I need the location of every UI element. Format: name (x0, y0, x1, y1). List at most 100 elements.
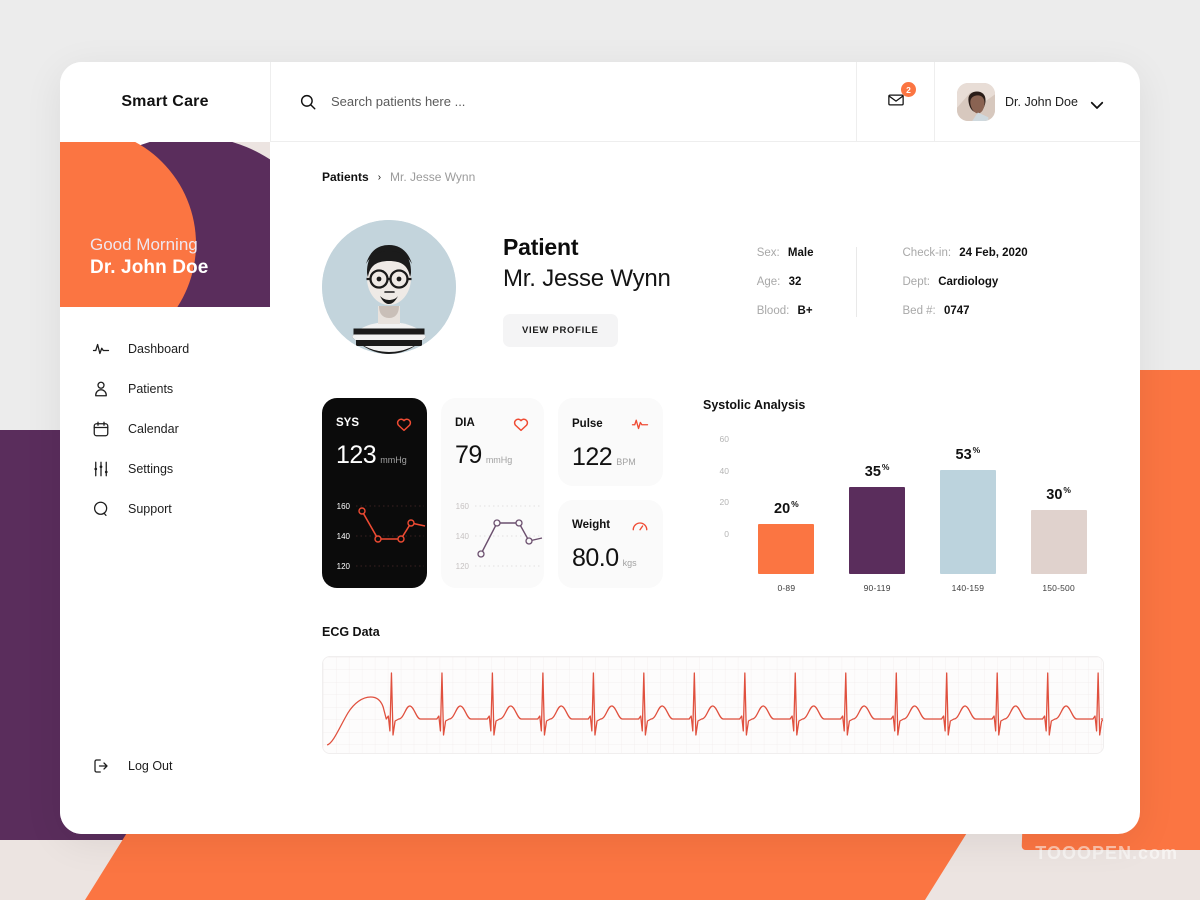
watermark: TOOOPEN.com (1035, 843, 1178, 863)
search-icon (299, 93, 317, 111)
bar-value: 30 (1046, 487, 1063, 503)
x-tick: 90-119 (863, 583, 891, 593)
metrics-row: SYS 123 mmHg 160 140 120 DIA 79 mmHg 160… (322, 398, 1104, 593)
bar-value-suffix: % (972, 445, 981, 456)
bar-value-suffix: % (881, 462, 890, 473)
patient-details-left: Sex: Male Age: 32 Blood: B+ (757, 247, 814, 317)
systolic-analysis-chart: Systolic Analysis 60 40 20 0 20% 35% 53%… (703, 398, 1104, 593)
sidebar: Smart Care Good Morning Dr. John Doe Das… (60, 62, 270, 834)
activity-icon (92, 340, 110, 358)
detail-key: Check-in: (902, 247, 952, 259)
vital-value: 79 (455, 441, 482, 469)
greeting-text: Good Morning (90, 234, 198, 254)
logout-icon (92, 757, 110, 775)
sidebar-item-label: Support (128, 502, 172, 516)
detail-row-sex: Sex: Male (757, 247, 814, 259)
breadcrumb-parent[interactable]: Patients (322, 170, 369, 184)
sidebar-item-label: Dashboard (128, 342, 190, 356)
bar-value: 53 (955, 447, 972, 463)
chevron-down-icon (1088, 96, 1106, 109)
sidebar-item-support[interactable]: Support (60, 489, 270, 529)
message-count-badge: 2 (901, 82, 916, 97)
sidebar-item-label: Patients (128, 382, 174, 396)
sidebar-item-label: Calendar (128, 422, 179, 436)
messages-button[interactable]: 2 (856, 62, 934, 141)
svg-text:120: 120 (337, 562, 351, 571)
detail-key: Bed #: (902, 305, 936, 317)
detail-value: B+ (797, 305, 813, 317)
x-tick: 0-89 (777, 583, 796, 593)
bar-rect (1030, 510, 1087, 574)
bar-rect (849, 487, 906, 574)
logout-button[interactable]: Log Out (60, 746, 270, 786)
ecg-section: ECG Data (322, 625, 1104, 754)
vital-value: 80.0 (572, 544, 619, 572)
detail-row-checkin: Check-in: 24 Feb, 2020 (903, 247, 1028, 259)
detail-key: Dept: (902, 276, 931, 288)
bar-value: 20 (774, 501, 791, 517)
search-bar[interactable] (270, 62, 856, 141)
user-icon (92, 380, 110, 398)
vital-title: DIA (455, 416, 475, 429)
vital-card-sys[interactable]: SYS 123 mmHg 160 140 120 (322, 398, 427, 588)
bar-chart-bars: 20% 35% 53% 30% (729, 434, 1104, 574)
greeting-banner: Good Morning Dr. John Doe (60, 142, 270, 307)
vital-card-weight[interactable]: Weight 80.0 kgs (558, 500, 663, 588)
avatar (957, 82, 995, 121)
detail-value: 24 Feb, 2020 (959, 247, 1028, 259)
ecg-chart[interactable] (322, 656, 1104, 754)
heart-icon (395, 415, 413, 432)
vital-card-pulse[interactable]: Pulse 122 BPM (558, 398, 663, 486)
detail-key: Blood: (756, 305, 790, 317)
bar-item[interactable]: 35% (849, 434, 906, 574)
app-window: Smart Care Good Morning Dr. John Doe Das… (60, 62, 1140, 834)
detail-value: Male (787, 247, 814, 259)
sidebar-item-settings[interactable]: Settings (60, 449, 270, 489)
bar-item[interactable]: 30% (1030, 434, 1087, 574)
vital-card-dia[interactable]: DIA 79 mmHg 160 140 120 (441, 398, 544, 588)
sidebar-logout-section: Log Out (60, 746, 270, 786)
y-tick: 40 (719, 465, 729, 476)
svg-text:140: 140 (337, 532, 351, 541)
svg-text:120: 120 (456, 562, 470, 571)
detail-row-bed: Bed #: 0747 (903, 305, 1028, 317)
x-tick: 140-159 (951, 583, 985, 593)
chart-title: Systolic Analysis (703, 398, 806, 412)
detail-value: Cardiology (938, 276, 999, 288)
sidebar-item-calendar[interactable]: Calendar (60, 409, 270, 449)
svg-text:160: 160 (456, 502, 470, 511)
patient-avatar (322, 220, 456, 354)
bar-value: 35 (864, 464, 881, 480)
detail-value: 0747 (943, 305, 970, 317)
bar-item[interactable]: 53% (939, 434, 996, 574)
sidebar-item-patients[interactable]: Patients (60, 369, 270, 409)
detail-value: 32 (788, 276, 802, 288)
breadcrumb: Patients › Mr. Jesse Wynn (322, 170, 1104, 184)
ecg-waveform (323, 657, 1103, 753)
logout-label: Log Out (128, 759, 173, 773)
sidebar-item-dashboard[interactable]: Dashboard (60, 329, 270, 369)
detail-row-dept: Dept: Cardiology (903, 276, 1028, 288)
patient-kicker: Patient (503, 234, 579, 260)
vital-cards: SYS 123 mmHg 160 140 120 DIA 79 mmHg 160… (322, 398, 663, 593)
sidebar-nav: Dashboard Patients Calendar Settings Sup… (60, 329, 270, 529)
view-profile-button[interactable]: VIEW PROFILE (503, 314, 618, 347)
patient-identity: Patient Mr. Jesse Wynn VIEW PROFILE (503, 220, 671, 347)
ecg-title: ECG Data (322, 625, 380, 639)
detail-key: Sex: (756, 247, 780, 259)
bar-value-label: 53% (956, 445, 981, 463)
x-tick: 150-500 (1042, 583, 1075, 593)
bar-value-label: 20% (774, 499, 799, 517)
detail-key: Age: (756, 276, 781, 288)
bar-item[interactable]: 20% (758, 434, 815, 574)
search-input[interactable] (331, 94, 833, 109)
heart-icon (512, 415, 530, 432)
bar-chart-x-axis: 0-89 90-119 140-159 150-500 (703, 574, 1104, 593)
calendar-icon (92, 420, 110, 438)
svg-text:160: 160 (337, 502, 351, 511)
bar-chart-y-axis: 60 40 20 0 (703, 434, 729, 540)
vital-unit: mmHg (485, 455, 513, 465)
detail-row-age: Age: 32 (757, 276, 814, 288)
user-menu[interactable]: Dr. John Doe (934, 62, 1140, 141)
chevron-right-icon: › (377, 171, 382, 183)
